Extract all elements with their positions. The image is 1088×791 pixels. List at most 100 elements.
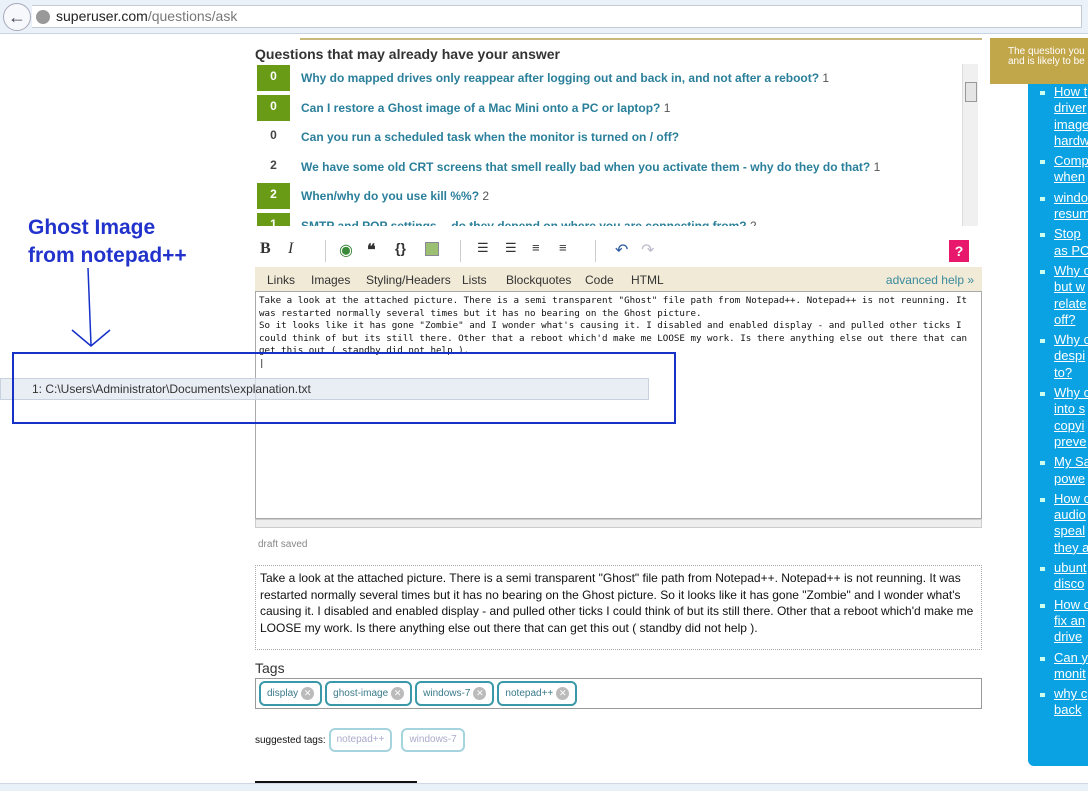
related-question-link[interactable]: Why c into s copyi preve (1054, 385, 1088, 449)
similar-question-link[interactable]: Can you run a scheduled task when the mo… (301, 130, 679, 144)
related-question-item: windo resum (1028, 190, 1088, 223)
link-button[interactable]: ◉ (339, 240, 353, 260)
similar-question-link[interactable]: We have some old CRT screens that smell … (301, 160, 880, 174)
horizontal-rule-button[interactable]: ≡ (559, 240, 567, 255)
scroll-thumb[interactable] (965, 82, 977, 102)
remove-tag-icon[interactable]: ✕ (301, 686, 315, 700)
similar-questions-heading: Questions that may already have your ans… (255, 46, 561, 62)
related-question-link[interactable]: How c fix an drive (1054, 597, 1088, 645)
suggested-tag[interactable]: notepad++ (328, 728, 393, 752)
divider (300, 38, 982, 40)
draft-status: draft saved (258, 539, 308, 550)
remove-tag-icon[interactable]: ✕ (391, 686, 405, 700)
remove-tag-icon[interactable]: ✕ (473, 686, 487, 700)
help-tab-html[interactable]: HTML (631, 273, 664, 287)
similar-question-link[interactable]: SMTP and POP settings -- do they depend … (301, 219, 757, 227)
editor-toolbar: B I ◉ ❝ {} ☰ ☰ ≡ ≡ ↶ ↷ ? (255, 238, 982, 266)
image-button[interactable] (425, 242, 439, 256)
question-title[interactable]: SMTP and POP settings -- do they depend … (301, 219, 747, 227)
related-question-link[interactable]: My Sa powe (1054, 454, 1088, 485)
related-question-item: How t driver image hardw (1028, 84, 1088, 149)
advanced-help-link[interactable]: advanced help » (886, 273, 974, 287)
question-title[interactable]: Can I restore a Ghost image of a Mac Min… (301, 101, 660, 115)
tag-label: display (267, 688, 299, 699)
similar-question-row: 2 When/why do you use kill %%? 2 (255, 182, 960, 212)
question-title[interactable]: Can you run a scheduled task when the mo… (301, 130, 679, 144)
redo-button[interactable]: ↷ (641, 240, 654, 260)
similar-question-row: 1 SMTP and POP settings -- do they depend… (255, 212, 960, 227)
post-preview: Take a look at the attached picture. The… (255, 565, 982, 650)
bullet-list-button[interactable]: ☰ (505, 240, 517, 256)
answer-count: 1 (873, 159, 881, 174)
numbered-list-button[interactable]: ☰ (477, 240, 489, 256)
tag-chip: ghost-image ✕ (325, 681, 413, 706)
related-question-link[interactable]: ubunt disco (1054, 560, 1087, 591)
similar-question-row: 2 We have some old CRT screens that smell… (255, 153, 960, 183)
vote-count: 0 (270, 128, 277, 142)
help-button[interactable]: ? (949, 240, 969, 262)
vote-count: 1 (257, 212, 290, 226)
similar-question-row: 0 Why do mapped drives only reappear afte… (255, 64, 960, 94)
related-question-link[interactable]: Can y monit (1054, 650, 1088, 681)
related-question-link[interactable]: Why c despi to? (1054, 332, 1088, 380)
vote-count: 0 (257, 65, 290, 91)
tag-chip: display ✕ (259, 681, 323, 706)
tag-chip: notepad++ ✕ (497, 681, 578, 706)
help-tab-images[interactable]: Images (311, 273, 350, 287)
vote-count: 2 (270, 157, 277, 172)
related-question-link[interactable]: Comp when (1054, 153, 1088, 184)
related-question-link[interactable]: Stop as PC (1054, 226, 1088, 257)
similar-question-link[interactable]: Can I restore a Ghost image of a Mac Min… (301, 101, 670, 115)
question-title[interactable]: We have some old CRT screens that smell … (301, 160, 870, 174)
undo-button[interactable]: ↶ (615, 240, 628, 260)
blockquote-button[interactable]: ❝ (367, 240, 376, 260)
question-title[interactable]: When/why do you use kill %%? (301, 189, 479, 203)
similar-question-row: 0 Can I restore a Ghost image of a Mac Mi… (255, 94, 960, 124)
similar-question-link[interactable]: Why do mapped drives only reappear after… (301, 71, 829, 85)
help-tab-lists[interactable]: Lists (462, 273, 487, 287)
tag-label: ghost-image (333, 688, 389, 699)
similar-question-link[interactable]: When/why do you use kill %%? 2 (301, 189, 489, 203)
similar-question-row: 0 Can you run a scheduled task when the m… (255, 123, 960, 153)
tags-input[interactable]: display ✕ ghost-image ✕ windows-7 ✕ notepad++ ✕ (255, 678, 982, 709)
resize-grip[interactable] (255, 519, 982, 528)
vote-count: 2 (257, 183, 290, 209)
separator (595, 240, 596, 262)
separator (325, 240, 326, 262)
help-tab-blockquotes[interactable]: Blockquotes (506, 273, 571, 287)
related-question-item: ubunt disco (1028, 560, 1088, 593)
related-question-item: Why c but w relate off? (1028, 263, 1088, 328)
similar-questions-list: 0 Why do mapped drives only reappear afte… (255, 64, 960, 226)
notice-line: and is likely to be (1008, 56, 1085, 67)
remove-tag-icon[interactable]: ✕ (556, 686, 570, 700)
related-question-link[interactable]: How t driver image hardw (1054, 84, 1088, 148)
answer-count: 2 (482, 189, 490, 203)
question-title[interactable]: Why do mapped drives only reappear after… (301, 71, 819, 85)
answer-count: 1 (822, 71, 830, 85)
tag-label: windows-7 (423, 688, 471, 699)
answer-count: 2 (749, 218, 757, 227)
heading-button[interactable]: ≡ (532, 240, 540, 255)
suggested-tag[interactable]: windows-7 (401, 728, 465, 752)
scrollbar[interactable] (962, 64, 978, 226)
bold-button[interactable]: B (260, 240, 271, 258)
suggested-tags: suggested tags: notepad++ windows-7 (255, 728, 471, 752)
related-question-link[interactable]: why c back (1054, 686, 1087, 717)
help-tabs: Links Images Styling/Headers Lists Block… (255, 267, 982, 291)
related-question-item: Comp when (1028, 153, 1088, 186)
related-questions-sidebar: How t driver image hardw Comp when windo r… (1028, 80, 1088, 766)
related-question-item: why c back (1028, 686, 1088, 719)
help-tab-styling[interactable]: Styling/Headers (366, 273, 451, 287)
help-tab-code[interactable]: Code (585, 273, 614, 287)
status-bar (0, 783, 1088, 791)
italic-button[interactable]: I (288, 240, 293, 258)
separator (460, 240, 461, 262)
related-question-link[interactable]: windo resum (1054, 190, 1088, 221)
related-question-item: Why c into s copyi preve (1028, 385, 1088, 450)
related-question-link[interactable]: How c audio speal they a (1054, 491, 1088, 555)
code-button[interactable]: {} (395, 240, 406, 256)
help-tab-links[interactable]: Links (267, 273, 295, 287)
related-question-item: How c audio speal they a (1028, 491, 1088, 556)
related-question-item: How c fix an drive (1028, 597, 1088, 646)
related-question-link[interactable]: Why c but w relate off? (1054, 263, 1088, 327)
